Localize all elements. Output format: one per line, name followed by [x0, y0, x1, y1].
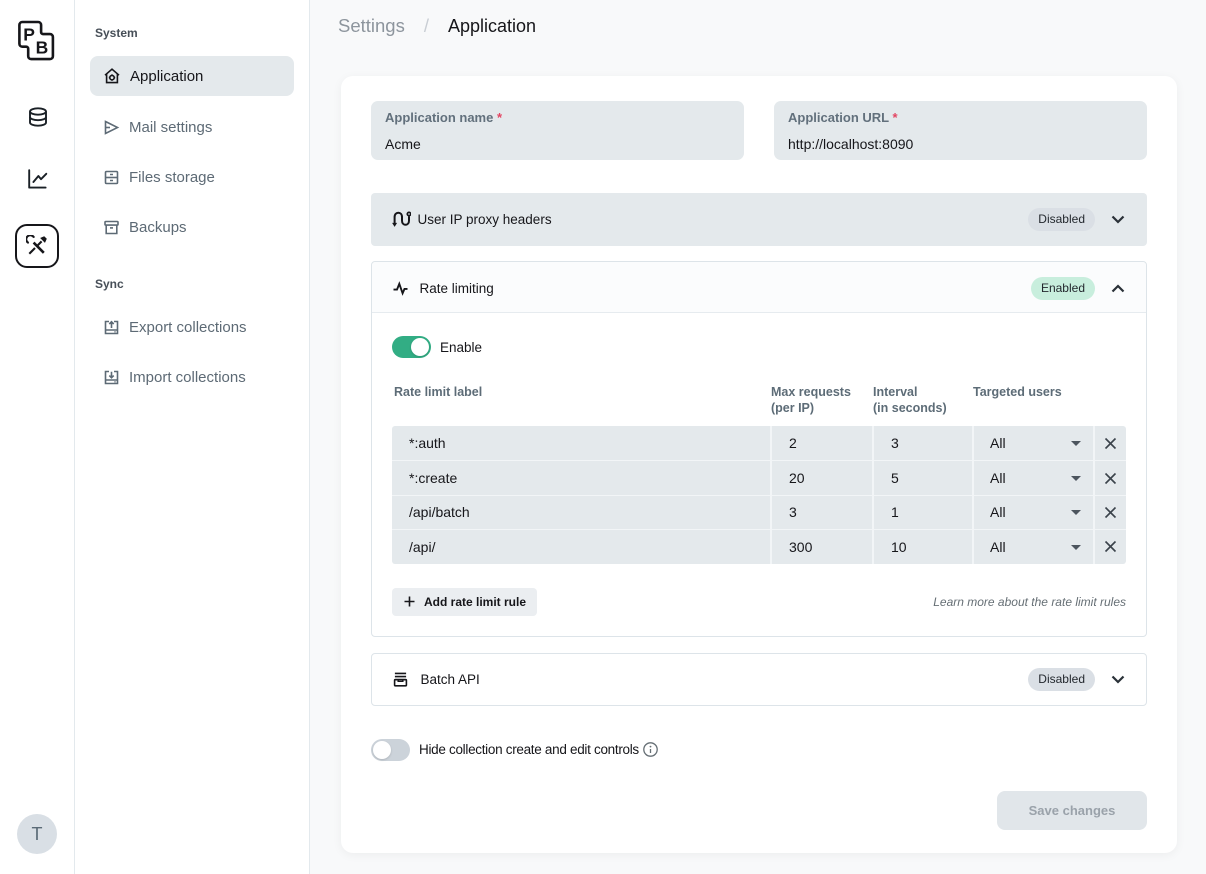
svg-text:B: B [36, 38, 49, 58]
svg-text:P: P [23, 25, 35, 45]
